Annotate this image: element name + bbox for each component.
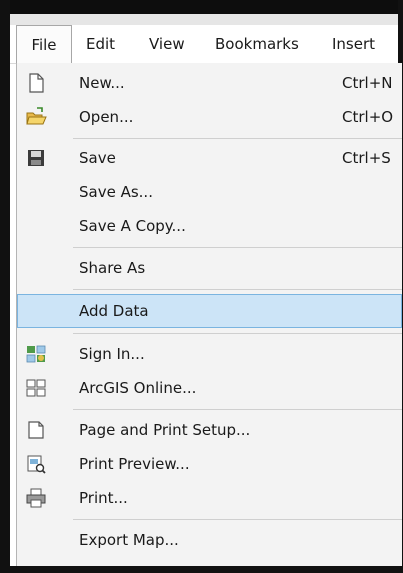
screen: File Edit View Bookmarks Insert New... C…: [0, 0, 403, 573]
menu-item-label: Share As: [79, 259, 146, 277]
shortcut-label: Ctrl+S: [342, 149, 391, 167]
menu-item-save-as[interactable]: Save As...: [17, 175, 402, 209]
menu-item-label: Print...: [79, 489, 128, 507]
shortcut-label: Ctrl+O: [342, 108, 394, 126]
menu-bookmarks[interactable]: Bookmarks: [215, 25, 299, 63]
window-frame-bottom: [0, 566, 403, 573]
print-preview-icon: [25, 453, 47, 475]
sign-in-icon: [25, 343, 47, 365]
menu-item-arcgis-online[interactable]: ArcGIS Online...: [17, 371, 402, 405]
title-strip: [10, 14, 398, 25]
menu-item-label: Sign In...: [79, 345, 145, 363]
menu-item-label: Print Preview...: [79, 455, 190, 473]
open-folder-icon: [25, 106, 47, 128]
menu-separator: [73, 409, 402, 410]
menu-item-page-print-setup[interactable]: Page and Print Setup...: [17, 413, 402, 447]
menu-edit[interactable]: Edit: [86, 25, 115, 63]
menu-item-add-data[interactable]: Add Data: [17, 294, 402, 328]
menu-item-label: Page and Print Setup...: [79, 421, 251, 439]
menu-file[interactable]: File: [16, 25, 72, 63]
menu-item-share-as[interactable]: Share As: [17, 251, 402, 285]
menu-item-label: New...: [79, 74, 125, 92]
menu-item-label: Save A Copy...: [79, 217, 186, 235]
menu-item-new[interactable]: New... Ctrl+N: [17, 66, 402, 100]
menu-item-label: Export Map...: [79, 531, 179, 549]
menu-item-label: Save As...: [79, 183, 153, 201]
page-setup-icon: [25, 419, 47, 441]
menu-item-export-map[interactable]: Export Map...: [17, 523, 402, 557]
menu-item-label: ArcGIS Online...: [79, 379, 197, 397]
menu-separator: [73, 138, 402, 139]
arcgis-online-icon: [25, 377, 47, 399]
menu-item-open[interactable]: Open... Ctrl+O: [17, 100, 402, 134]
shortcut-label: Ctrl+N: [342, 74, 393, 92]
menu-separator: [73, 289, 402, 290]
menu-item-print[interactable]: Print...: [17, 481, 402, 515]
menu-separator: [73, 333, 402, 334]
menu-insert[interactable]: Insert: [332, 25, 375, 63]
window-frame-left: [0, 0, 10, 573]
menu-item-label: Save: [79, 149, 116, 167]
window-frame-top: [0, 0, 403, 14]
menu-item-save-a-copy[interactable]: Save A Copy...: [17, 209, 402, 243]
save-disk-icon: [25, 147, 47, 169]
menu-item-print-preview[interactable]: Print Preview...: [17, 447, 402, 481]
menu-item-label: Open...: [79, 108, 134, 126]
menu-separator: [73, 519, 402, 520]
printer-icon: [25, 487, 47, 509]
file-menu-dropdown: New... Ctrl+N Open... Ctrl+O Save Ctrl+S…: [16, 63, 402, 566]
menu-bar: File Edit View Bookmarks Insert: [10, 25, 398, 64]
menu-item-label: Add Data: [79, 302, 149, 320]
menu-view[interactable]: View: [149, 25, 185, 63]
menu-item-sign-in[interactable]: Sign In...: [17, 337, 402, 371]
menu-item-save[interactable]: Save Ctrl+S: [17, 141, 402, 175]
menu-separator: [73, 247, 402, 248]
new-document-icon: [25, 72, 47, 94]
